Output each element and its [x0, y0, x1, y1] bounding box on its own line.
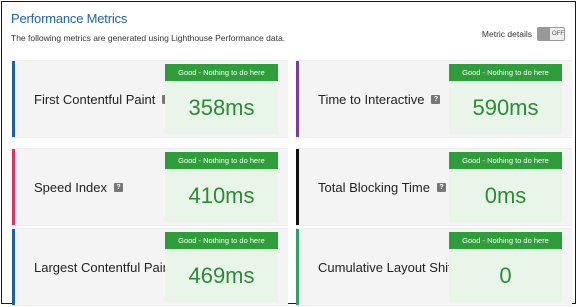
toggle-knob: [538, 28, 550, 40]
metric-value: 0ms: [484, 182, 527, 208]
metric-value: 358ms: [188, 94, 255, 120]
metric-card-total-blocking-time: Total Blocking Time ? Good - Nothing to …: [296, 148, 572, 226]
metric-value-box: 358ms: [165, 81, 278, 134]
metric-name: Total Blocking Time: [318, 179, 430, 195]
status-badge: Good - Nothing to do here: [449, 232, 562, 249]
metric-value-box: 590ms: [449, 81, 562, 134]
metric-details-toggle[interactable]: OFF: [537, 27, 565, 41]
metric-details-label: Metric details: [481, 29, 532, 39]
metric-card-largest-contentful-paint: Largest Contentful Paint ? Good - Nothin…: [12, 228, 288, 306]
performance-metrics-panel: Performance Metrics The following metric…: [1, 1, 576, 306]
metric-label: First Contentful Paint ?: [34, 61, 172, 137]
panel-subtitle: The following metrics are generated usin…: [11, 33, 286, 43]
card-accent-stripe: [12, 61, 15, 137]
card-accent-stripe: [12, 229, 15, 305]
metric-value-box: 410ms: [165, 169, 278, 222]
metric-value: 469ms: [188, 262, 255, 288]
card-accent-stripe: [12, 149, 15, 225]
metric-value-box: 0: [449, 249, 562, 302]
status-badge: Good - Nothing to do here: [165, 64, 278, 81]
metric-label: Speed Index ?: [34, 149, 124, 225]
help-icon[interactable]: ?: [114, 182, 124, 192]
toggle-state-label: OFF: [552, 31, 564, 37]
metric-card-cumulative-layout-shift: Cumulative Layout Shift ? Good - Nothing…: [296, 228, 572, 306]
card-accent-stripe: [296, 61, 299, 137]
metric-value: 410ms: [188, 182, 255, 208]
metric-name: Time to Interactive: [318, 91, 425, 107]
card-accent-stripe: [296, 229, 299, 305]
status-badge: Good - Nothing to do here: [165, 232, 278, 249]
metric-card-speed-index: Speed Index ? Good - Nothing to do here …: [12, 148, 288, 226]
metric-value-box: 469ms: [165, 249, 278, 302]
panel-title: Performance Metrics: [11, 11, 128, 26]
metric-name: Cumulative Layout Shift: [318, 259, 456, 275]
card-accent-stripe: [296, 149, 299, 225]
metric-details-control: Metric details OFF: [482, 27, 565, 41]
help-icon[interactable]: ?: [431, 94, 441, 104]
metric-value: 590ms: [472, 94, 539, 120]
metric-name: First Contentful Paint: [34, 91, 156, 107]
status-badge: Good - Nothing to do here: [165, 152, 278, 169]
metric-value-box: 0ms: [449, 169, 562, 222]
metric-card-first-contentful-paint: First Contentful Paint ? Good - Nothing …: [12, 60, 288, 138]
metric-label: Total Blocking Time ?: [318, 149, 446, 225]
metric-name: Speed Index: [34, 179, 108, 195]
metric-card-time-to-interactive: Time to Interactive ? Good - Nothing to …: [296, 60, 572, 138]
status-badge: Good - Nothing to do here: [449, 152, 562, 169]
metric-name: Largest Contentful Paint: [34, 259, 174, 275]
metric-value: 0: [499, 262, 512, 288]
status-badge: Good - Nothing to do here: [449, 64, 562, 81]
metric-label: Time to Interactive ?: [318, 61, 441, 137]
help-icon[interactable]: ?: [437, 182, 446, 192]
